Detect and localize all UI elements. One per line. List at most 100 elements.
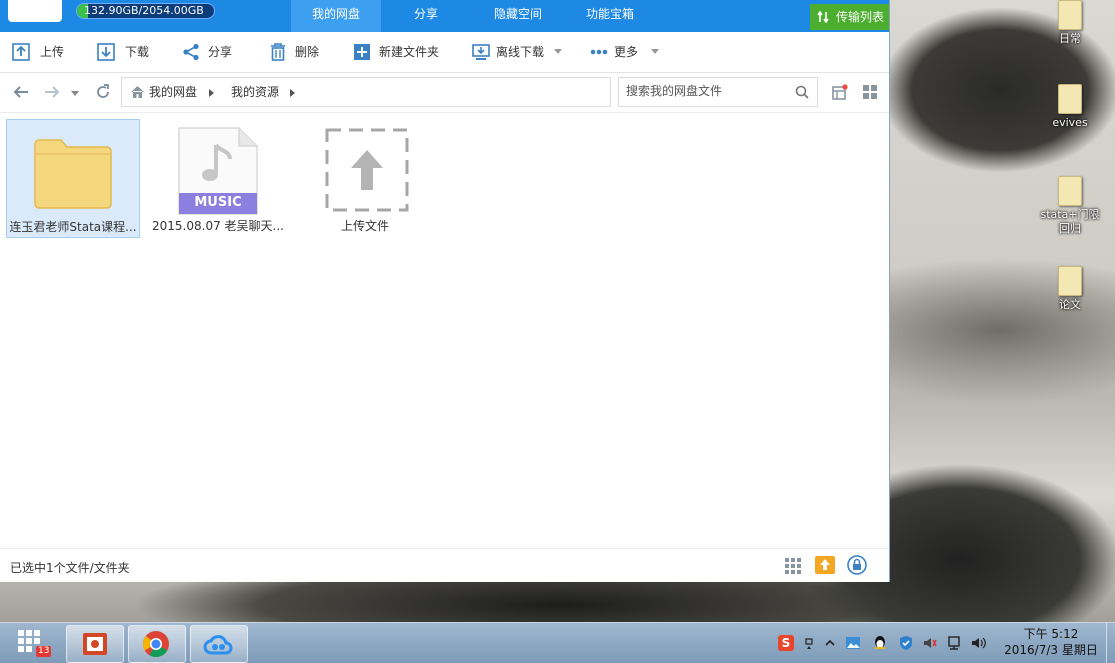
lock-icon[interactable] — [847, 555, 867, 575]
chrome-icon — [142, 631, 169, 658]
desktop-icon-label: 日常 — [1059, 32, 1081, 45]
breadcrumb-my-disk[interactable]: 我的网盘 — [149, 78, 197, 106]
delete-button[interactable]: 删除 — [269, 43, 329, 61]
more-icon — [590, 49, 608, 55]
upload-button[interactable]: 上传 — [12, 43, 72, 61]
share-button[interactable]: 分享 — [182, 43, 242, 61]
tab-hidden-space[interactable]: 隐藏空间 — [471, 0, 565, 32]
download-button[interactable]: 下载 — [97, 43, 157, 61]
desktop-icon-evives[interactable]: evives — [1040, 84, 1100, 130]
folder-icon — [34, 139, 112, 209]
speaker-muted-icon[interactable] — [922, 635, 938, 651]
music-badge: MUSIC — [194, 195, 242, 210]
status-bar: 已选中1个文件/文件夹 — [0, 548, 889, 582]
forward-arrow-icon[interactable] — [43, 85, 61, 99]
clock-time: 下午 5:12 — [1023, 627, 1079, 641]
new-folder-label: 新建文件夹 — [379, 45, 440, 59]
download-icon — [97, 43, 115, 61]
start-button[interactable]: 13 — [16, 628, 52, 658]
trash-icon — [271, 43, 285, 61]
offline-download-button[interactable]: 离线下载 — [472, 43, 567, 61]
avatar[interactable] — [8, 0, 62, 22]
storage-quota: 132.90GB/2054.00GB — [76, 3, 215, 19]
breadcrumb-separator-icon[interactable] — [209, 89, 214, 97]
taskbar-clock[interactable]: 下午 5:12 2016/7/3 星期日 — [1002, 626, 1100, 658]
share-icon — [183, 43, 199, 61]
tab-share[interactable]: 分享 — [381, 0, 471, 32]
offline-download-label: 离线下载 — [496, 45, 545, 59]
refresh-icon[interactable] — [95, 84, 111, 100]
title-bar: 132.90GB/2054.00GB 我的网盘 分享 隐藏空间 功能宝箱 传输列… — [0, 0, 889, 32]
home-icon[interactable] — [130, 85, 145, 99]
file-item-folder[interactable]: 连玉君老师Stata课程... — [6, 119, 140, 238]
tab-label: 功能宝箱 — [585, 7, 634, 21]
download-label: 下载 — [125, 45, 150, 59]
upload-file-tile[interactable]: 上传文件 — [299, 119, 431, 236]
picture-tray-icon[interactable] — [845, 635, 861, 651]
ime-settings-icon[interactable] — [803, 635, 819, 651]
folder-icon — [1058, 0, 1082, 30]
tab-label: 隐藏空间 — [493, 7, 542, 21]
folder-icon — [1058, 84, 1082, 114]
desktop-icon-label: stata+门限回归 — [1040, 208, 1100, 235]
chevron-up-icon[interactable] — [822, 635, 838, 651]
desktop-icon-label: evives — [1052, 116, 1088, 129]
file-item-music[interactable]: MUSIC 2015.08.07 老吴聊天... — [152, 119, 284, 236]
upload-icon — [12, 43, 30, 61]
upload-label: 上传 — [40, 45, 65, 59]
new-folder-icon — [354, 44, 370, 60]
taskbar: 13 S 下午 5:12 2016/7/3 星期日 — [0, 622, 1115, 663]
taskbar-powerpoint[interactable] — [66, 625, 124, 663]
share-label: 分享 — [208, 45, 233, 59]
desktop-icon-lunwen[interactable]: 论文 — [1040, 266, 1100, 312]
more-button[interactable]: 更多 — [590, 43, 665, 61]
show-desktop-button[interactable] — [1106, 623, 1115, 663]
network-icon[interactable] — [946, 635, 962, 651]
desktop-icon-label: 论文 — [1059, 298, 1081, 311]
quota-text: 132.90GB/2054.00GB — [84, 4, 204, 17]
transfer-label: 传输列表 — [836, 10, 885, 24]
selection-status: 已选中1个文件/文件夹 — [10, 561, 130, 575]
chevron-down-icon — [554, 49, 562, 54]
toolbar: 上传 下载 分享 删除 新建文件夹 离线下载 更多 — [0, 32, 889, 73]
netdisk-window: 132.90GB/2054.00GB 我的网盘 分享 隐藏空间 功能宝箱 传输列… — [0, 0, 890, 582]
offline-download-icon — [472, 44, 490, 60]
new-folder-button[interactable]: 新建文件夹 — [353, 43, 448, 61]
qq-icon[interactable] — [872, 635, 888, 651]
transfer-list-button[interactable]: 传输列表 — [810, 4, 889, 30]
cloud-disk-icon — [203, 635, 233, 655]
ime-letter: S — [778, 635, 794, 651]
breadcrumb-my-resources[interactable]: 我的资源 — [231, 78, 279, 106]
shield-icon[interactable] — [898, 635, 914, 651]
file-list: 连玉君老师Stata课程... MUSIC 2015.08.07 老吴聊天...… — [0, 112, 889, 549]
desktop-icon-richang[interactable]: 日常 — [1040, 0, 1100, 46]
tab-toolbox[interactable]: 功能宝箱 — [565, 0, 655, 32]
history-dropdown-icon[interactable] — [71, 91, 79, 96]
breadcrumb-separator-icon[interactable] — [290, 89, 295, 97]
desktop-icon-stata[interactable]: stata+门限回归 — [1040, 176, 1100, 236]
file-name: 2015.08.07 老吴聊天... — [152, 219, 284, 233]
powerpoint-icon — [83, 633, 107, 655]
file-name: 连玉君老师Stata课程... — [9, 220, 137, 234]
search-icon[interactable] — [795, 85, 809, 99]
sogou-ime-icon[interactable]: S — [778, 635, 794, 651]
grid-view-icon[interactable] — [862, 84, 878, 100]
search-input[interactable] — [626, 84, 786, 98]
more-label: 更多 — [614, 45, 639, 59]
back-arrow-icon[interactable] — [12, 85, 30, 99]
folder-icon — [1058, 176, 1082, 206]
list-view-icon[interactable] — [832, 84, 848, 100]
upload-status-icon[interactable] — [815, 556, 835, 574]
chevron-down-icon — [651, 49, 659, 54]
clock-date: 2016/7/3 星期日 — [1004, 643, 1098, 657]
taskbar-baidu-netdisk[interactable] — [190, 625, 248, 663]
taskbar-chrome[interactable] — [128, 625, 186, 663]
delete-label: 删除 — [295, 45, 320, 59]
grid-dots-icon[interactable] — [785, 558, 801, 574]
search-box — [618, 77, 818, 107]
volume-icon[interactable] — [970, 635, 986, 651]
file-name: 上传文件 — [340, 219, 389, 233]
tab-label: 我的网盘 — [311, 7, 360, 21]
tab-my-disk[interactable]: 我的网盘 — [291, 0, 381, 32]
folder-icon — [1058, 266, 1082, 296]
